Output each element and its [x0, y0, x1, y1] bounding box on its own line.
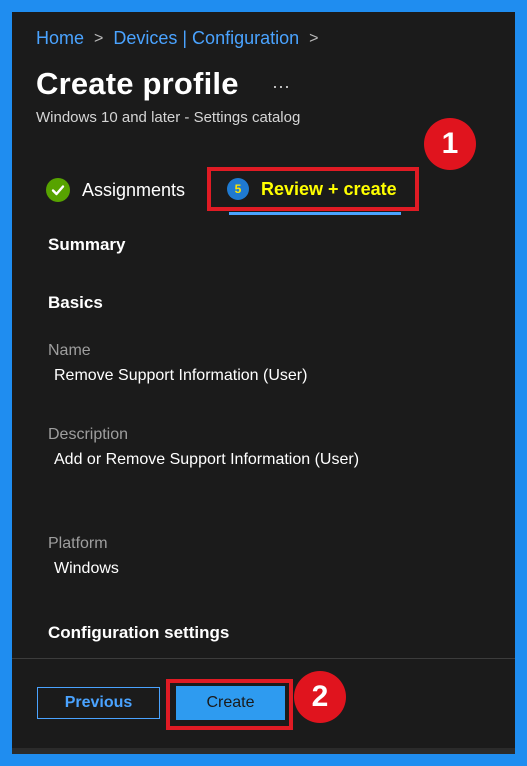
tab-review-create-label: Review + create	[261, 178, 397, 199]
tab-review-create[interactable]: 5 Review + create	[207, 167, 419, 211]
tab-assignments-label: Assignments	[82, 179, 186, 200]
description-value: Add or Remove Support Information (User)	[54, 451, 360, 468]
previous-button[interactable]: Previous	[37, 687, 160, 719]
chevron-right-icon: >	[309, 29, 319, 47]
description-label: Description	[48, 426, 129, 443]
page-title: Create profile	[36, 66, 239, 101]
summary-heading: Summary	[48, 235, 126, 254]
footer-divider	[12, 658, 515, 659]
tab-assignments[interactable]: Assignments	[46, 178, 185, 202]
name-value: Remove Support Information (User)	[54, 367, 308, 384]
page-subtitle: Windows 10 and later - Settings catalog	[36, 109, 301, 126]
callout-marker-2: 2	[294, 671, 346, 723]
breadcrumb: Home > Devices | Configuration >	[36, 28, 318, 49]
active-tab-indicator	[229, 212, 401, 215]
basics-heading: Basics	[48, 293, 103, 312]
name-label: Name	[48, 342, 91, 359]
platform-label: Platform	[48, 535, 108, 552]
chevron-right-icon: >	[94, 29, 104, 47]
scrollbar-track	[12, 748, 515, 754]
platform-value: Windows	[54, 560, 119, 577]
breadcrumb-home-link[interactable]: Home	[36, 28, 84, 49]
more-options-icon[interactable]: ···	[272, 76, 290, 97]
create-profile-panel: Home > Devices | Configuration > Create …	[12, 12, 515, 754]
configuration-settings-heading: Configuration settings	[48, 623, 230, 642]
callout-marker-1: 1	[424, 118, 476, 170]
step-number-badge: 5	[227, 178, 249, 200]
create-button[interactable]: Create	[176, 686, 285, 720]
checkmark-icon	[46, 178, 70, 202]
breadcrumb-devices-link[interactable]: Devices | Configuration	[113, 28, 299, 49]
